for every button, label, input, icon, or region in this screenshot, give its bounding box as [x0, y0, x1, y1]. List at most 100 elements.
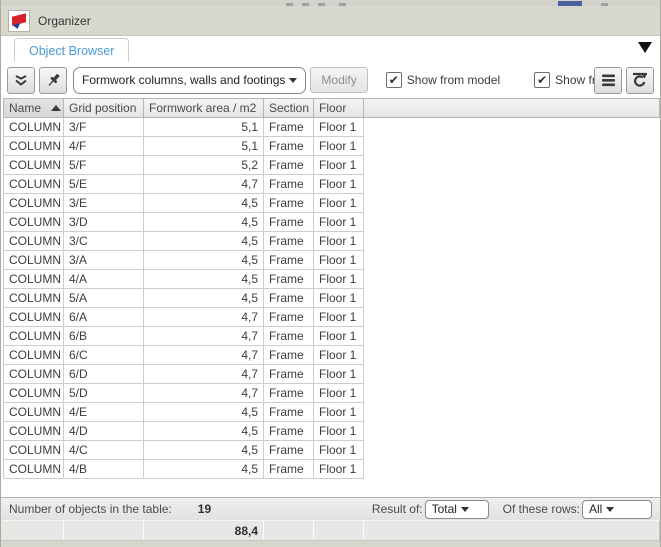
cell-floor: Floor 1	[314, 156, 364, 175]
of-these-rows-select[interactable]: All	[582, 500, 652, 519]
cell-name: COLUMN	[3, 384, 64, 403]
table-bottom-gap	[1, 479, 660, 497]
object-count-value: 19	[198, 502, 211, 516]
panel-bottom-strip	[1, 541, 660, 547]
result-of-value: Total	[432, 502, 457, 516]
cell-section: Frame	[264, 441, 314, 460]
cell-area: 5,1	[144, 137, 264, 156]
summary-row: 88,4	[1, 520, 660, 541]
status-bar: Number of objects in the table: 19 Resul…	[1, 497, 660, 520]
cell-floor: Floor 1	[314, 422, 364, 441]
cell-name: COLUMN	[3, 346, 64, 365]
cell-floor: Floor 1	[314, 365, 364, 384]
cell-name: COLUMN	[3, 270, 64, 289]
table-row[interactable]: COLUMN4/B4,5FrameFloor 1	[3, 460, 660, 479]
cell-section: Frame	[264, 156, 314, 175]
cell-name: COLUMN	[3, 213, 64, 232]
cell-area: 4,5	[144, 289, 264, 308]
table-row[interactable]: COLUMN3/C4,5FrameFloor 1	[3, 232, 660, 251]
column-header-section[interactable]: Section	[264, 98, 314, 118]
column-header-grid-position[interactable]: Grid position	[64, 98, 144, 118]
show-from-model-checkbox[interactable]	[386, 72, 402, 88]
summary-filler	[364, 520, 660, 540]
tab-object-browser[interactable]: Object Browser	[14, 38, 129, 62]
modify-button[interactable]: Modify	[310, 67, 367, 93]
table-row[interactable]: COLUMN4/F5,1FrameFloor 1	[3, 137, 660, 156]
of-these-rows-value: All	[589, 502, 602, 516]
cell-name: COLUMN	[3, 194, 64, 213]
cell-floor: Floor 1	[314, 460, 364, 479]
cell-grid: 6/B	[64, 327, 144, 346]
refresh-button[interactable]	[626, 67, 654, 94]
cell-floor: Floor 1	[314, 403, 364, 422]
double-chevron-down-icon	[13, 74, 29, 87]
table-row[interactable]: COLUMN5/A4,5FrameFloor 1	[3, 289, 660, 308]
table-row[interactable]: COLUMN6/A4,7FrameFloor 1	[3, 308, 660, 327]
cell-name: COLUMN	[3, 422, 64, 441]
result-of-select[interactable]: Total	[425, 500, 489, 519]
cell-section: Frame	[264, 137, 314, 156]
cell-area: 4,5	[144, 194, 264, 213]
show-from-categories-group: Show from Ca	[534, 72, 594, 88]
object-count-label: Number of objects in the table:	[9, 502, 172, 516]
refresh-sync-icon	[631, 72, 649, 89]
show-from-categories-label: Show from Ca	[555, 73, 594, 87]
table-row[interactable]: COLUMN3/A4,5FrameFloor 1	[3, 251, 660, 270]
cell-name: COLUMN	[3, 137, 64, 156]
cell-grid: 6/A	[64, 308, 144, 327]
table-row[interactable]: COLUMN4/C4,5FrameFloor 1	[3, 441, 660, 460]
cell-section: Frame	[264, 460, 314, 479]
cell-section: Frame	[264, 384, 314, 403]
menu-button[interactable]	[594, 67, 622, 94]
cell-floor: Floor 1	[314, 384, 364, 403]
pin-button[interactable]	[39, 67, 67, 94]
column-header-formwork-area[interactable]: Formwork area / m2	[144, 98, 264, 118]
tab-bar: Object Browser	[1, 36, 660, 62]
table-row[interactable]: COLUMN6/D4,7FrameFloor 1	[3, 365, 660, 384]
cell-name: COLUMN	[3, 308, 64, 327]
collapse-all-button[interactable]	[7, 67, 35, 94]
show-from-categories-checkbox[interactable]	[534, 72, 550, 88]
summary-cell-area-total: 88,4	[144, 520, 264, 540]
background-icon-fragment	[318, 3, 325, 6]
template-select[interactable]: Formwork columns, walls and footings	[73, 67, 306, 94]
column-header-name[interactable]: Name	[3, 98, 64, 118]
pushpin-icon	[45, 72, 62, 89]
cell-grid: 5/D	[64, 384, 144, 403]
panel-collapse-arrow-icon[interactable]	[638, 42, 652, 53]
cell-grid: 4/E	[64, 403, 144, 422]
table-row[interactable]: COLUMN6/B4,7FrameFloor 1	[3, 327, 660, 346]
cell-section: Frame	[264, 308, 314, 327]
summary-cell-section	[264, 520, 314, 540]
logo-blue-triangle	[12, 23, 21, 30]
cell-floor: Floor 1	[314, 137, 364, 156]
table-row[interactable]: COLUMN4/A4,5FrameFloor 1	[3, 270, 660, 289]
table-row[interactable]: COLUMN6/C4,7FrameFloor 1	[3, 346, 660, 365]
cell-floor: Floor 1	[314, 118, 364, 137]
cell-name: COLUMN	[3, 156, 64, 175]
cell-grid: 4/D	[64, 422, 144, 441]
cell-section: Frame	[264, 289, 314, 308]
object-table: Name Grid position Formwork area / m2 Se…	[1, 98, 660, 479]
cell-grid: 6/D	[64, 365, 144, 384]
column-header-floor[interactable]: Floor	[314, 98, 364, 118]
table-row[interactable]: COLUMN5/D4,7FrameFloor 1	[3, 384, 660, 403]
table-row[interactable]: COLUMN3/E4,5FrameFloor 1	[3, 194, 660, 213]
table-row[interactable]: COLUMN4/D4,5FrameFloor 1	[3, 422, 660, 441]
table-body: COLUMN3/F5,1FrameFloor 1COLUMN4/F5,1Fram…	[3, 118, 660, 479]
table-row[interactable]: COLUMN3/F5,1FrameFloor 1	[3, 118, 660, 137]
summary-cell-name	[3, 520, 64, 540]
column-header-label: Floor	[319, 101, 346, 115]
table-row[interactable]: COLUMN5/F5,2FrameFloor 1	[3, 156, 660, 175]
of-these-rows-label: Of these rows:	[503, 502, 580, 516]
cell-area: 4,5	[144, 441, 264, 460]
cell-grid: 3/D	[64, 213, 144, 232]
show-from-model-label: Show from model	[407, 73, 500, 87]
cell-grid: 4/A	[64, 270, 144, 289]
table-row[interactable]: COLUMN5/E4,7FrameFloor 1	[3, 175, 660, 194]
cell-area: 4,5	[144, 251, 264, 270]
cell-area: 4,5	[144, 403, 264, 422]
background-icon-fragment	[286, 3, 293, 6]
table-row[interactable]: COLUMN3/D4,5FrameFloor 1	[3, 213, 660, 232]
table-row[interactable]: COLUMN4/E4,5FrameFloor 1	[3, 403, 660, 422]
